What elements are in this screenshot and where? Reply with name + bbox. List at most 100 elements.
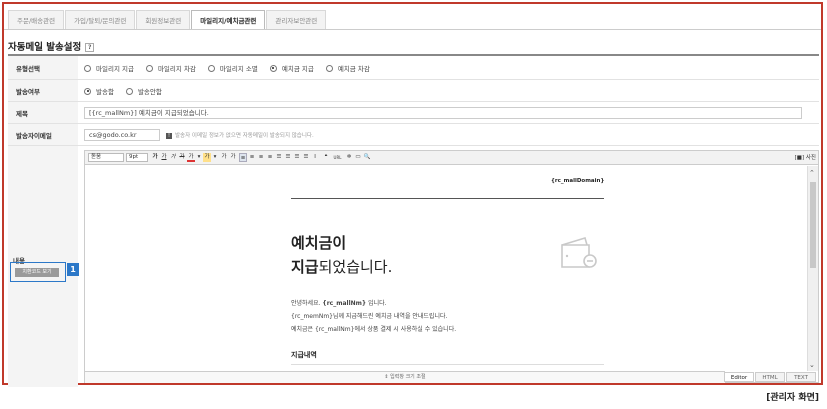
send-label: 발송여부	[8, 80, 78, 101]
ordered-list-button[interactable]: ☰	[275, 153, 283, 162]
scroll-down-icon[interactable]: ⌄	[809, 361, 815, 369]
type-option-deposit-give[interactable]: 예치금 지급	[269, 63, 314, 73]
type-option-deposit-deduct[interactable]: 예치금 차감	[325, 63, 370, 73]
type-row: 유형선택 마일리지 지급 마일리지 차감 마일리지 소멸 예치금 지급 예치금 …	[8, 56, 819, 80]
section-title-text: 자동메일 발송설정	[8, 42, 82, 53]
clear-format-button[interactable]: I	[311, 153, 319, 162]
greeting-prefix: 안녕하세요.	[291, 300, 323, 307]
superscript-button[interactable]: 가	[220, 153, 228, 162]
send-option-no[interactable]: 발송안함	[125, 86, 162, 96]
photo-button[interactable]: [■] 사진	[795, 153, 816, 161]
radio-selected-icon[interactable]	[269, 64, 277, 72]
text-color-dropdown-icon[interactable]: ▾	[195, 153, 203, 162]
editor-mode-tabs: Editor HTML TEXT	[723, 372, 816, 382]
heading-line-1: 예치금이	[291, 234, 347, 252]
special-char-button[interactable]: ✲	[345, 153, 353, 162]
tab-member-info[interactable]: 회원정보관련	[136, 10, 191, 30]
greeting-line: 안녕하세요. {rc_mallNm} 입니다.	[291, 298, 387, 307]
tab-order-delivery[interactable]: 주문/배송관련	[8, 10, 65, 30]
italic-button[interactable]: 가	[169, 153, 177, 162]
bg-color-dropdown-icon[interactable]: ▾	[211, 153, 219, 162]
editor-document[interactable]: {rc_mallDomain} 예치금이 지급되었습니다. 안녕하세요. {rc…	[85, 166, 808, 371]
info-icon: !	[166, 132, 172, 139]
find-button[interactable]: 🔍	[363, 153, 371, 162]
subject-row: 제목 [{rc_mallNm}] 예치금이 지급되었습니다.	[8, 102, 819, 124]
tab-mileage-deposit[interactable]: 마일리지/예치금관련	[191, 10, 266, 30]
editor-toolbar: 돋움 9pt 가 가 가 가 가 ▾ 가 ▾ 가 가 ≡ ≡ ≡ ≡ ☰ ☰ ☰…	[85, 151, 818, 165]
send-option-yes[interactable]: 발송함	[84, 86, 114, 96]
send-row: 발송여부 발송함 발송안함	[8, 80, 819, 102]
text-color-button[interactable]: 가	[187, 153, 195, 162]
callout-highlight-box	[10, 262, 66, 282]
sender-label: 발송자이메일	[8, 124, 78, 145]
editor-scrollbar[interactable]: ⌃ ⌄	[807, 166, 818, 371]
header-rule	[291, 198, 604, 199]
quote-button[interactable]: ❝	[322, 153, 330, 162]
subscript-button[interactable]: 가	[229, 153, 237, 162]
option-label: 예치금 지급	[281, 64, 314, 73]
table-button[interactable]: ▭	[354, 153, 362, 162]
heading-line-2: 지급되었습니다.	[291, 256, 392, 277]
tab-text-mode[interactable]: TEXT	[786, 372, 816, 382]
font-size-select[interactable]: 9pt	[126, 153, 148, 162]
align-justify-button[interactable]: ≡	[266, 153, 274, 162]
radio-selected-icon[interactable]	[84, 87, 91, 95]
tab-admin-security[interactable]: 관리자보안관련	[266, 10, 327, 30]
radio-icon[interactable]	[325, 64, 333, 72]
type-options: 마일리지 지급 마일리지 차감 마일리지 소멸 예치금 지급 예치금 차감	[78, 56, 819, 79]
align-right-button[interactable]: ≡	[257, 153, 265, 162]
heading-bold-text: 지급	[291, 258, 319, 276]
details-rule	[291, 364, 604, 365]
screen-caption: [관리자 화면]	[766, 393, 819, 403]
bg-color-button[interactable]: 가	[203, 153, 211, 162]
editor-resize-handle[interactable]: ⇕ 입력창 크기 조절	[85, 371, 725, 383]
tab-editor-mode[interactable]: Editor	[724, 372, 754, 382]
option-label: 발송함	[96, 87, 114, 96]
wysiwyg-editor: 돋움 9pt 가 가 가 가 가 ▾ 가 ▾ 가 가 ≡ ≡ ≡ ≡ ☰ ☰ ☰…	[84, 150, 819, 383]
option-label: 예치금 차감	[337, 64, 370, 73]
strike-button[interactable]: 가	[178, 153, 186, 162]
bold-button[interactable]: 가	[151, 153, 159, 162]
radio-icon[interactable]	[84, 64, 91, 72]
subject-label: 제목	[8, 102, 78, 123]
option-label: 마일리지 소멸	[219, 64, 258, 73]
link-button[interactable]: URL	[332, 153, 343, 162]
sender-row: 발송자이메일 cs@godo.co.kr ! 발송자 이메일 정보가 없으면 자동…	[8, 124, 819, 146]
option-label: 발송안함	[137, 87, 162, 96]
option-label: 마일리지 차감	[157, 64, 196, 73]
intro-line: {rc_memNm}님께 지급해드린 예치금 내역을 안내드립니다.	[291, 313, 448, 320]
type-option-mileage-expire[interactable]: 마일리지 소멸	[207, 63, 258, 73]
type-option-mileage-deduct[interactable]: 마일리지 차감	[145, 63, 196, 73]
align-left-button[interactable]: ≡	[239, 153, 247, 162]
callout-number-badge: 1	[67, 263, 79, 276]
radio-icon[interactable]	[125, 87, 133, 95]
outdent-button[interactable]: ☰	[293, 153, 301, 162]
mall-domain-placeholder: {rc_mallDomain}	[551, 178, 605, 184]
usage-line: 예치금은 {rc_mallNm}에서 상품 결제 시 사용하실 수 있습니다.	[291, 326, 457, 333]
sender-email-input[interactable]: cs@godo.co.kr	[84, 128, 160, 141]
scroll-up-icon[interactable]: ⌃	[809, 169, 815, 177]
tab-join-withdraw[interactable]: 가입/탈퇴/문의관련	[65, 10, 136, 30]
underline-button[interactable]: 가	[160, 153, 168, 162]
scrollbar-thumb[interactable]	[810, 182, 816, 268]
font-family-select[interactable]: 돋움	[88, 153, 124, 162]
greeting-mall-name: {rc_mallNm}	[322, 300, 367, 307]
option-label: 마일리지 지급	[96, 64, 134, 73]
subject-cell: [{rc_mallNm}] 예치금이 지급되었습니다.	[78, 102, 819, 123]
radio-icon[interactable]	[145, 64, 153, 72]
sender-hint-text: 발송자 이메일 정보가 없으면 자동메일이 발송되지 않습니다.	[175, 132, 314, 139]
sender-cell: cs@godo.co.kr ! 발송자 이메일 정보가 없으면 자동메일이 발송되…	[78, 124, 819, 145]
radio-icon[interactable]	[207, 64, 215, 72]
type-label: 유형선택	[8, 56, 78, 79]
heading-rest-text: 되었습니다.	[318, 258, 393, 276]
unordered-list-button[interactable]: ☰	[284, 153, 292, 162]
tab-divider	[4, 29, 821, 30]
tab-html-mode[interactable]: HTML	[755, 372, 785, 382]
help-icon[interactable]: ?	[85, 43, 95, 52]
indent-button[interactable]: ☰	[302, 153, 310, 162]
type-option-mileage-give[interactable]: 마일리지 지급	[84, 63, 134, 73]
align-center-button[interactable]: ≡	[248, 153, 256, 162]
send-options: 발송함 발송안함	[78, 80, 819, 101]
greeting-suffix: 입니다.	[366, 300, 387, 307]
subject-input[interactable]: [{rc_mallNm}] 예치금이 지급되었습니다.	[84, 106, 802, 119]
